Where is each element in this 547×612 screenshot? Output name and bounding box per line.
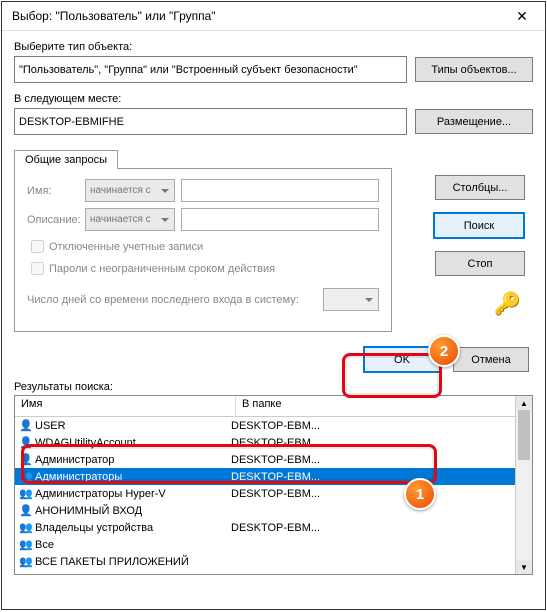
row-folder: DESKTOP-EBM... (231, 573, 515, 575)
columns-button[interactable]: Столбцы... (435, 175, 525, 200)
table-row[interactable]: USER DESKTOP-EBM... (15, 417, 515, 434)
search-button[interactable]: Поиск (433, 212, 525, 239)
table-row[interactable]: Все (15, 536, 515, 553)
row-folder: DESKTOP-EBM... (231, 471, 515, 483)
tab-body: Имя: начинается с Описание: начинается с… (14, 168, 392, 332)
group-icon (19, 555, 33, 569)
name-filter-label: Имя: (27, 185, 85, 197)
row-name: Администратор (35, 454, 114, 466)
scroll-thumb[interactable] (518, 410, 530, 460)
scroll-down-icon[interactable]: ▼ (516, 560, 532, 574)
table-row[interactable]: Администратор DESKTOP-EBM... (15, 451, 515, 468)
group-icon (19, 470, 33, 484)
row-folder: DESKTOP-EBM... (231, 488, 515, 500)
cancel-button[interactable]: Отмена (453, 347, 529, 372)
disabled-accounts-input[interactable] (31, 240, 44, 253)
object-type-label: Выберите тип объекта: (14, 41, 533, 53)
location-field: DESKTOP-EBMIFHE (14, 108, 407, 135)
description-match-dropdown[interactable]: начинается с (85, 208, 175, 231)
dialog-body: Выберите тип объекта: "Пользователь", "Г… (2, 31, 545, 609)
row-folder: DESKTOP-EBM... (231, 420, 515, 432)
locations-button[interactable]: Размещение... (415, 109, 533, 134)
object-types-button[interactable]: Типы объектов... (415, 57, 533, 82)
stop-button[interactable]: Стоп (435, 251, 525, 276)
disabled-accounts-checkbox[interactable]: Отключенные учетные записи (27, 237, 379, 256)
column-header-folder[interactable]: В папке (236, 396, 515, 416)
annotation-step-2: 2 (428, 335, 460, 367)
side-buttons: Столбцы... Поиск Стоп (433, 173, 525, 278)
results-table: Имя В папке USERDESKTOP-EBM...WDAGUtilit… (14, 395, 533, 575)
group-icon (19, 521, 33, 535)
row-folder: DESKTOP-EBM... (231, 454, 515, 466)
row-name: Администраторы (35, 471, 122, 483)
days-since-label: Число дней со времени последнего входа в… (27, 294, 323, 306)
row-name: АНОНИМНЫЙ ВХОД (35, 505, 142, 517)
group-icon (19, 538, 33, 552)
table-row[interactable]: Администраторы Hyper-V DESKTOP-EBM... (15, 485, 515, 502)
dialog-select-user-group: Выбор: "Пользователь" или "Группа" ✕ Выб… (1, 1, 546, 610)
user-icon (19, 504, 33, 518)
table-row[interactable]: WDAGUtilityAccount DESKTOP-EBM... (15, 434, 515, 451)
results-scrollbar[interactable]: ▲ ▼ (515, 396, 532, 574)
table-row[interactable]: Гости DESKTOP-EBM... (15, 570, 515, 574)
window-title: Выбор: "Пользователь" или "Группа" (12, 9, 505, 23)
name-match-dropdown[interactable]: начинается с (85, 179, 175, 202)
scroll-up-icon[interactable]: ▲ (516, 396, 532, 410)
table-row[interactable]: ВСЕ ПАКЕТЫ ПРИЛОЖЕНИЙ (15, 553, 515, 570)
row-name: Гости (35, 573, 63, 575)
row-name: Администраторы Hyper-V (35, 488, 166, 500)
name-filter-input[interactable] (181, 179, 379, 202)
group-icon (19, 572, 33, 575)
table-row[interactable]: Владельцы устройства DESKTOP-EBM... (15, 519, 515, 536)
non-expiring-input[interactable] (31, 262, 44, 275)
non-expiring-checkbox[interactable]: Пароли с неограниченным сроком действия (27, 259, 379, 278)
row-folder: DESKTOP-EBM... (231, 522, 515, 534)
days-since-dropdown[interactable] (323, 288, 379, 311)
object-type-field: "Пользователь", "Группа" или "Встроенный… (14, 56, 407, 83)
description-filter-input[interactable] (181, 208, 379, 231)
disabled-accounts-label: Отключенные учетные записи (49, 241, 203, 253)
row-folder: DESKTOP-EBM... (231, 437, 515, 449)
location-label: В следующем месте: (14, 93, 533, 105)
results-label: Результаты поиска: (14, 381, 533, 393)
column-header-name[interactable]: Имя (15, 396, 236, 416)
table-row[interactable]: АНОНИМНЫЙ ВХОД (15, 502, 515, 519)
find-icon: 🔑 (494, 291, 521, 317)
user-icon (19, 436, 33, 450)
user-icon (19, 453, 33, 467)
close-button[interactable]: ✕ (505, 5, 539, 27)
user-icon (19, 419, 33, 433)
table-row[interactable]: Администраторы DESKTOP-EBM... (15, 468, 515, 485)
row-name: WDAGUtilityAccount (35, 437, 136, 449)
non-expiring-label: Пароли с неограниченным сроком действия (49, 263, 275, 275)
row-name: USER (35, 420, 66, 432)
annotation-step-1: 1 (404, 478, 436, 510)
description-filter-label: Описание: (27, 214, 85, 226)
tab-common-queries[interactable]: Общие запросы (14, 150, 118, 169)
titlebar: Выбор: "Пользователь" или "Группа" ✕ (2, 2, 545, 31)
row-name: Все (35, 539, 54, 551)
group-icon (19, 487, 33, 501)
row-name: Владельцы устройства (35, 522, 153, 534)
row-name: ВСЕ ПАКЕТЫ ПРИЛОЖЕНИЙ (35, 556, 189, 568)
